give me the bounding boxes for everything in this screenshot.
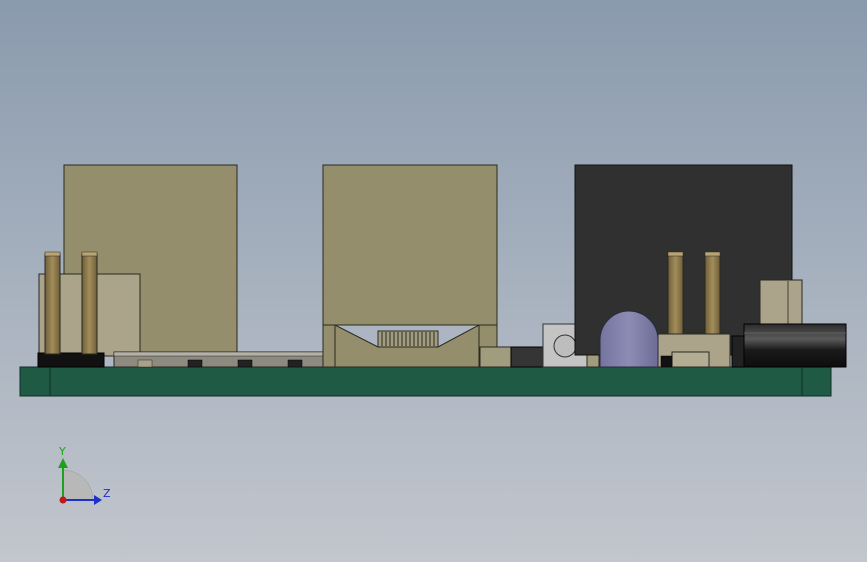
- small-tan-block[interactable]: [479, 346, 512, 368]
- graphics-viewport[interactable]: Y Z: [0, 0, 867, 562]
- triad-y-label: Y: [58, 445, 66, 458]
- triad-x-axis: [59, 496, 67, 504]
- middle-connector-teeth: [377, 330, 439, 348]
- orientation-triad: Y Z: [58, 445, 111, 505]
- small-dark-block[interactable]: [510, 346, 545, 368]
- barrel-jack[interactable]: [731, 323, 847, 368]
- triad-z-label: Z: [103, 487, 111, 500]
- led-dome[interactable]: [599, 310, 659, 368]
- cad-model-view[interactable]: Y Z: [0, 0, 867, 562]
- triad-quadrant: [62, 469, 94, 501]
- low-strip-connector[interactable]: [113, 351, 333, 368]
- right-tan-block[interactable]: [759, 279, 803, 326]
- pcb-board[interactable]: [19, 366, 832, 397]
